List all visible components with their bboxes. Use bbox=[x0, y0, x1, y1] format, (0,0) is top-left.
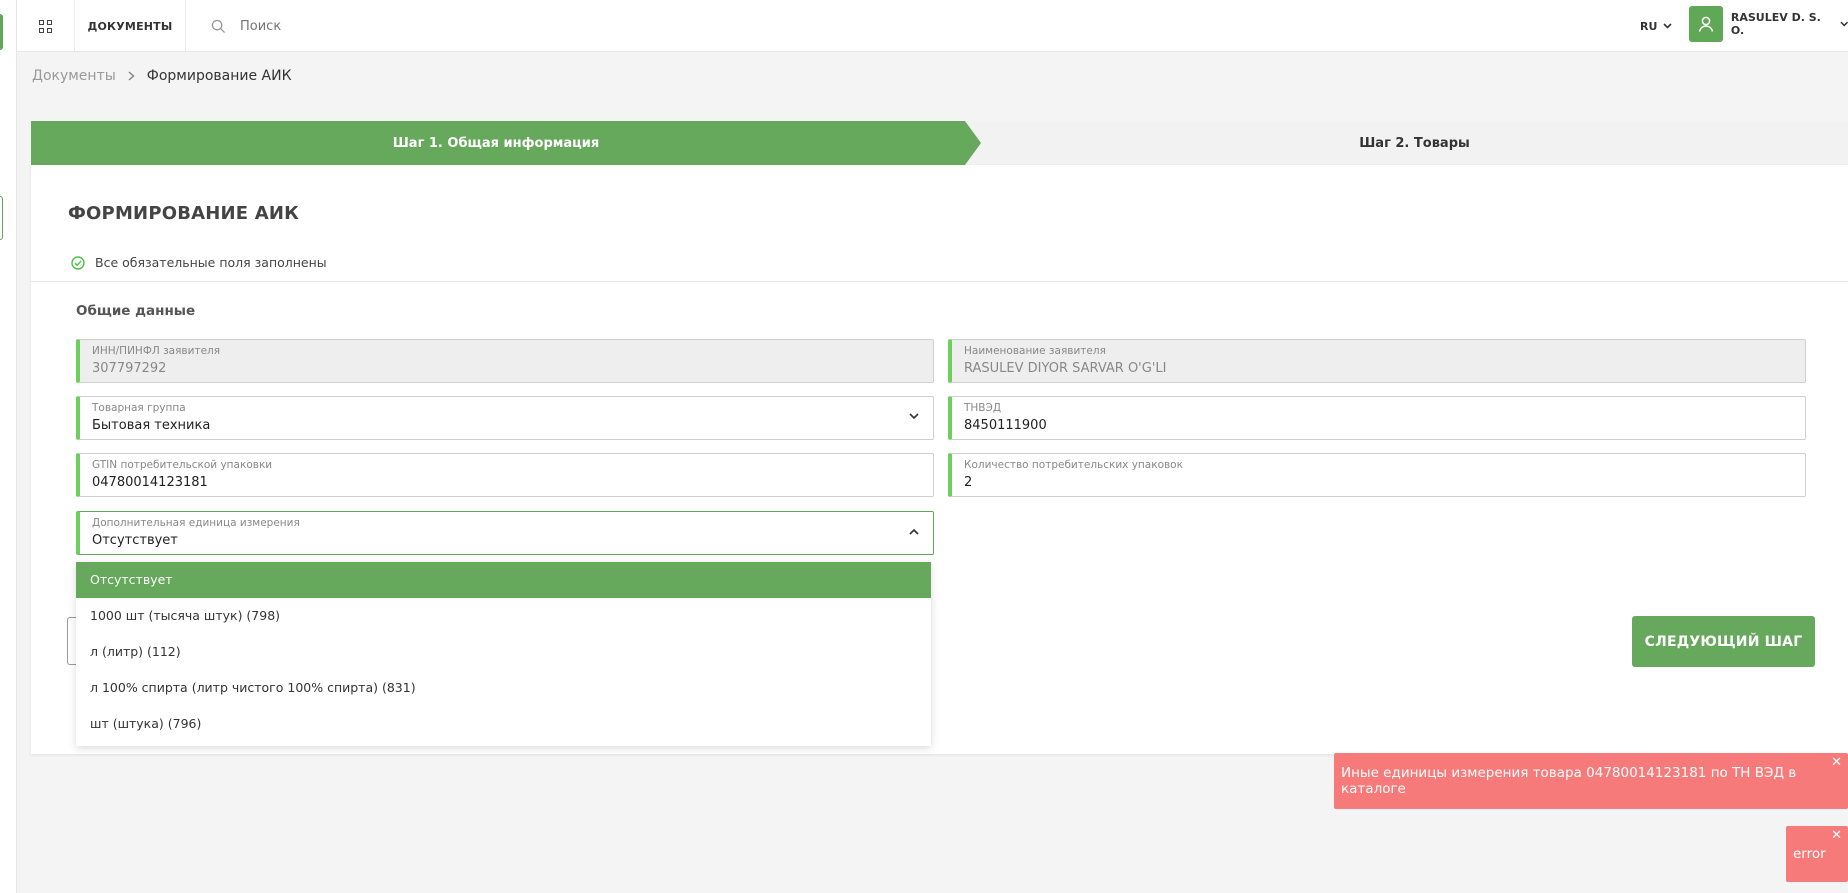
chevron-down-icon bbox=[909, 413, 919, 420]
close-icon[interactable]: ✕ bbox=[1831, 829, 1842, 842]
step-goods[interactable]: Шаг 2. Товары bbox=[981, 121, 1848, 165]
left-rail bbox=[0, 0, 17, 893]
dropdown-option[interactable]: 1000 шт (тысяча штук) (798) bbox=[76, 598, 931, 634]
form-status: Все обязательные поля заполнены bbox=[71, 255, 327, 270]
top-bar: ДОКУМЕНТЫ RU RASULEV D. S. O. bbox=[17, 0, 1848, 52]
dropdown-option[interactable]: Отсутствует bbox=[76, 562, 931, 598]
field-value: 04780014123181 bbox=[92, 475, 208, 490]
search-box[interactable] bbox=[195, 12, 495, 40]
dropdown-option[interactable]: л 100% спирта (литр чистого 100% спирта)… bbox=[76, 670, 931, 706]
gtin-field[interactable]: GTIN потребительской упаковки 0478001412… bbox=[76, 453, 934, 497]
field-label: GTIN потребительской упаковки bbox=[92, 459, 273, 471]
language-selector[interactable]: RU bbox=[1640, 16, 1672, 36]
field-value: Бытовая техника bbox=[92, 418, 211, 433]
user-icon bbox=[1698, 16, 1714, 32]
divider bbox=[31, 281, 1848, 282]
form-status-text: Все обязательные поля заполнены bbox=[95, 255, 327, 270]
error-toast: Иные единицы измерения товара 0478001412… bbox=[1334, 753, 1848, 809]
apps-menu-button[interactable] bbox=[17, 0, 75, 52]
field-value: RASULEV DIYOR SARVAR O'G'LI bbox=[964, 361, 1167, 376]
language-label: RU bbox=[1640, 19, 1658, 33]
left-rail-tab[interactable] bbox=[0, 196, 3, 240]
dropdown-option[interactable]: шт (штука) (796) bbox=[76, 706, 931, 742]
breadcrumb: Документы Формирование АИК bbox=[32, 68, 292, 84]
field-value: 8450111900 bbox=[964, 418, 1047, 433]
package-quantity-field[interactable]: Количество потребительских упаковок 2 bbox=[948, 453, 1806, 497]
field-label: Наименование заявителя bbox=[964, 345, 1106, 357]
chevron-down-icon bbox=[1663, 23, 1672, 29]
additional-unit-select[interactable]: Дополнительная единица измерения Отсутст… bbox=[76, 511, 934, 555]
toast-message: error bbox=[1793, 846, 1826, 862]
search-input[interactable] bbox=[240, 18, 480, 34]
section-title: Общие данные bbox=[76, 303, 196, 319]
breadcrumb-current: Формирование АИК bbox=[146, 68, 292, 84]
applicant-name-field: Наименование заявителя RASULEV DIYOR SAR… bbox=[948, 339, 1806, 383]
field-value: Отсутствует bbox=[92, 533, 178, 548]
breadcrumb-link-documents[interactable]: Документы bbox=[32, 68, 116, 84]
avatar bbox=[1689, 6, 1723, 42]
user-menu[interactable]: RASULEV D. S. O. bbox=[1689, 6, 1848, 42]
stepper: Шаг 1. Общая информация Шаг 2. Товары bbox=[31, 121, 1848, 165]
step-general-info[interactable]: Шаг 1. Общая информация bbox=[31, 121, 981, 165]
error-toast: error ✕ bbox=[1786, 826, 1848, 882]
dropdown-option[interactable]: л (литр) (112) bbox=[76, 634, 931, 670]
nav-documents[interactable]: ДОКУМЕНТЫ bbox=[75, 0, 186, 52]
toast-message: Иные единицы измерения товара 0478001412… bbox=[1341, 765, 1797, 797]
field-label: ТНВЭД bbox=[964, 402, 1002, 414]
field-label: Товарная группа bbox=[92, 402, 186, 414]
field-label: Количество потребительских упаковок bbox=[964, 459, 1183, 471]
grid-icon bbox=[39, 19, 52, 33]
inn-field: ИНН/ПИНФЛ заявителя 307797292 bbox=[76, 339, 934, 383]
field-label: ИНН/ПИНФЛ заявителя bbox=[92, 345, 221, 357]
left-rail-tab[interactable] bbox=[0, 14, 3, 50]
product-group-select[interactable]: Товарная группа Бытовая техника bbox=[76, 396, 934, 440]
field-value: 2 bbox=[964, 475, 973, 490]
chevron-right-icon bbox=[128, 71, 135, 81]
chevron-down-icon bbox=[1839, 21, 1848, 27]
field-label: Дополнительная единица измерения bbox=[92, 517, 300, 529]
next-step-button[interactable]: СЛЕДУЮЩИЙ ШАГ bbox=[1632, 616, 1815, 667]
unit-dropdown-menu: Отсутствует 1000 шт (тысяча штук) (798) … bbox=[76, 562, 931, 746]
check-circle-icon bbox=[71, 255, 85, 270]
chevron-up-icon bbox=[909, 528, 919, 535]
user-name: RASULEV D. S. O. bbox=[1730, 11, 1821, 37]
search-icon bbox=[211, 19, 226, 33]
tnved-field[interactable]: ТНВЭД 8450111900 bbox=[948, 396, 1806, 440]
page-title: ФОРМИРОВАНИЕ АИК bbox=[68, 203, 300, 224]
close-icon[interactable]: ✕ bbox=[1831, 756, 1842, 769]
field-value: 307797292 bbox=[92, 361, 167, 376]
